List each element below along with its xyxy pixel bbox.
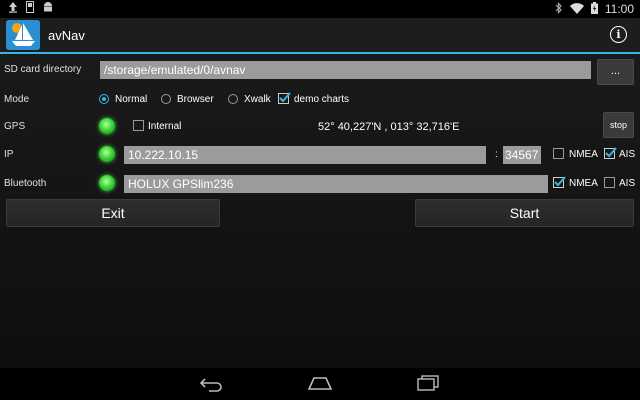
exit-button[interactable]: Exit bbox=[6, 199, 220, 227]
mode-browser-radio[interactable] bbox=[161, 94, 171, 104]
battery-icon bbox=[590, 1, 598, 17]
browse-button[interactable]: ... bbox=[597, 59, 634, 85]
mode-browser-label: Browser bbox=[177, 94, 214, 105]
back-icon[interactable] bbox=[199, 376, 223, 397]
ip-ais-label: AIS bbox=[619, 149, 636, 160]
home-icon[interactable] bbox=[307, 376, 333, 395]
ip-port-input[interactable]: 34567 bbox=[503, 146, 541, 164]
start-button[interactable]: Start bbox=[415, 199, 634, 227]
ip-nmea-label: NMEA bbox=[569, 149, 598, 160]
clock-text: 11:00 bbox=[604, 2, 634, 16]
bluetooth-icon bbox=[555, 1, 563, 17]
gps-internal-label: Internal bbox=[148, 121, 182, 132]
ip-ais-checkbox[interactable] bbox=[604, 147, 617, 159]
bluetooth-nmea-label: NMEA bbox=[569, 178, 598, 189]
bluetooth-device-input[interactable]: HOLUX GPSlim236 bbox=[124, 175, 548, 193]
mode-label: Mode bbox=[4, 94, 30, 105]
demo-charts-checkbox[interactable] bbox=[278, 92, 291, 104]
gps-position-text: 52° 40,227'N , 013° 32,716'E bbox=[318, 121, 460, 133]
gps-internal-checkbox[interactable] bbox=[133, 120, 144, 131]
bluetooth-status-led bbox=[99, 175, 115, 191]
wifi-icon bbox=[569, 2, 584, 17]
mode-xwalk-label: Xwalk bbox=[244, 94, 271, 105]
gps-label: GPS bbox=[4, 121, 26, 132]
ip-nmea-checkbox[interactable] bbox=[553, 148, 564, 159]
mode-xwalk-radio[interactable] bbox=[228, 94, 238, 104]
bluetooth-ais-checkbox[interactable] bbox=[604, 177, 615, 188]
recent-apps-icon[interactable] bbox=[416, 375, 440, 396]
checkmark-icon bbox=[554, 176, 566, 187]
sd-card-icon bbox=[26, 0, 34, 18]
status-bar: 11:00 bbox=[0, 0, 640, 18]
ip-port-separator: : bbox=[495, 149, 498, 160]
mode-normal-label: Normal bbox=[115, 94, 148, 105]
sdcard-path-input[interactable]: /storage/emulated/0/avnav bbox=[100, 61, 591, 79]
ip-address-input[interactable]: 10.222.10.15 bbox=[124, 146, 486, 164]
action-bar: avNav i bbox=[0, 18, 640, 54]
upload-icon bbox=[8, 0, 18, 18]
info-icon[interactable]: i bbox=[610, 26, 627, 43]
app-logo-icon bbox=[6, 20, 40, 50]
gps-status-led bbox=[99, 118, 115, 134]
settings-panel: SD card directory /storage/emulated/0/av… bbox=[0, 54, 640, 368]
ip-status-led bbox=[99, 146, 115, 162]
ip-label: IP bbox=[4, 149, 14, 160]
sdcard-label: SD card directory bbox=[4, 64, 82, 75]
checkmark-icon bbox=[605, 147, 617, 158]
gps-stop-button[interactable]: stop bbox=[603, 112, 634, 138]
mode-normal-radio[interactable] bbox=[99, 94, 109, 104]
demo-charts-label: demo charts bbox=[294, 94, 350, 105]
app-title: avNav bbox=[48, 28, 85, 43]
checkmark-icon bbox=[279, 92, 291, 103]
navigation-bar bbox=[0, 368, 640, 400]
bluetooth-label: Bluetooth bbox=[4, 178, 47, 189]
bluetooth-nmea-checkbox[interactable] bbox=[553, 176, 566, 188]
android-icon bbox=[42, 0, 54, 18]
bluetooth-ais-label: AIS bbox=[619, 178, 636, 189]
